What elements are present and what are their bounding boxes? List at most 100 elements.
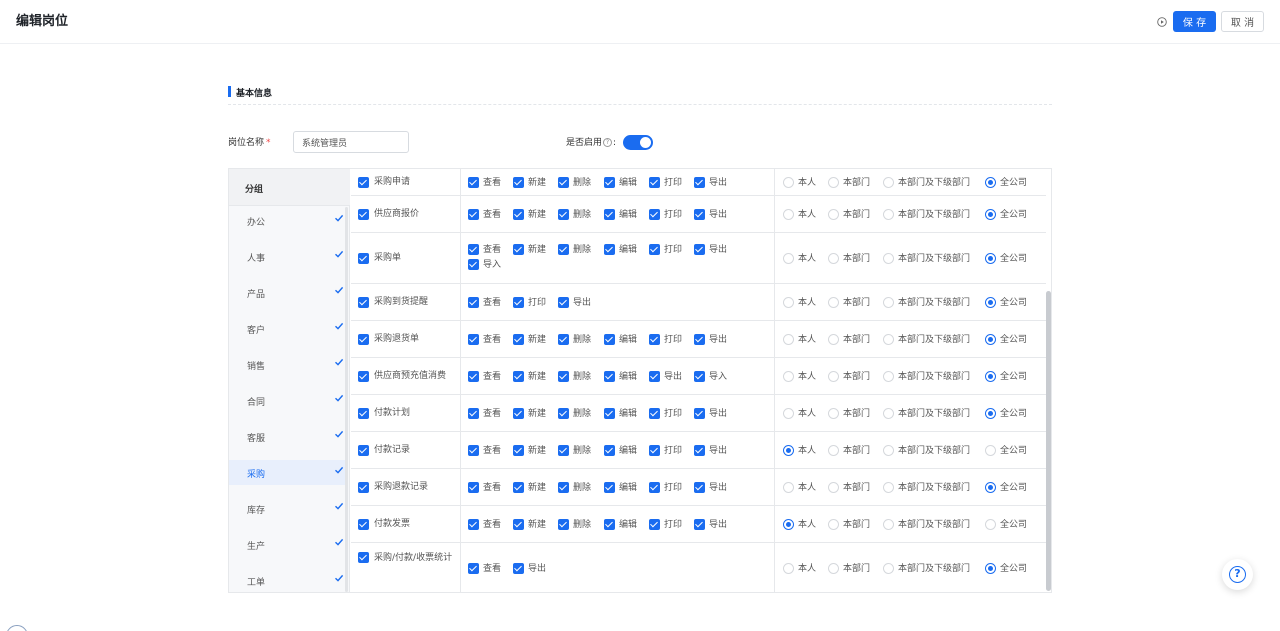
action-checkbox-新建[interactable] <box>513 334 524 345</box>
help-button[interactable]: ? <box>1222 559 1253 590</box>
scope-radio-本部门及下级部门[interactable] <box>883 177 894 188</box>
group-item-客户[interactable]: 客户 <box>229 316 345 341</box>
action-checkbox-查看[interactable] <box>468 482 479 493</box>
function-checkbox[interactable] <box>358 445 369 456</box>
function-checkbox[interactable] <box>358 297 369 308</box>
action-checkbox-导出[interactable] <box>649 371 660 382</box>
action-checkbox-查看[interactable] <box>468 408 479 419</box>
scope-radio-本部门及下级部门[interactable] <box>883 334 894 345</box>
scope-radio-本人[interactable] <box>783 297 794 308</box>
scope-radio-本部门及下级部门[interactable] <box>883 297 894 308</box>
scope-radio-全公司[interactable] <box>985 177 996 188</box>
scope-radio-本部门[interactable] <box>828 563 839 574</box>
action-checkbox-编辑[interactable] <box>604 244 615 255</box>
scope-radio-本部门及下级部门[interactable] <box>883 482 894 493</box>
function-checkbox[interactable] <box>358 408 369 419</box>
scope-radio-本部门及下级部门[interactable] <box>883 371 894 382</box>
scope-radio-本部门及下级部门[interactable] <box>883 253 894 264</box>
scope-radio-本部门及下级部门[interactable] <box>883 519 894 530</box>
save-button[interactable]: 保 存 <box>1173 11 1216 32</box>
scope-radio-本部门及下级部门[interactable] <box>883 408 894 419</box>
scope-radio-本人[interactable] <box>783 408 794 419</box>
cancel-button[interactable]: 取 消 <box>1221 11 1264 32</box>
action-checkbox-打印[interactable] <box>649 334 660 345</box>
scope-radio-本部门[interactable] <box>828 408 839 419</box>
scope-radio-全公司[interactable] <box>985 563 996 574</box>
function-checkbox[interactable] <box>358 177 369 188</box>
action-checkbox-导出[interactable] <box>694 408 705 419</box>
action-checkbox-查看[interactable] <box>468 209 479 220</box>
action-checkbox-删除[interactable] <box>558 519 569 530</box>
scope-radio-本人[interactable] <box>783 482 794 493</box>
action-checkbox-查看[interactable] <box>468 334 479 345</box>
scope-radio-本人[interactable] <box>783 253 794 264</box>
function-checkbox[interactable] <box>358 253 369 264</box>
action-checkbox-打印[interactable] <box>649 209 660 220</box>
scope-radio-全公司[interactable] <box>985 371 996 382</box>
scope-radio-本人[interactable] <box>783 445 794 456</box>
action-checkbox-打印[interactable] <box>649 408 660 419</box>
table-scrollbar[interactable] <box>1046 291 1051 591</box>
scope-radio-本部门[interactable] <box>828 209 839 220</box>
action-checkbox-导出[interactable] <box>694 482 705 493</box>
action-checkbox-删除[interactable] <box>558 482 569 493</box>
action-checkbox-打印[interactable] <box>649 177 660 188</box>
scope-radio-本部门[interactable] <box>828 371 839 382</box>
scope-radio-全公司[interactable] <box>985 482 996 493</box>
action-checkbox-编辑[interactable] <box>604 177 615 188</box>
action-checkbox-导入[interactable] <box>694 371 705 382</box>
action-checkbox-打印[interactable] <box>649 445 660 456</box>
function-checkbox[interactable] <box>358 209 369 220</box>
scope-radio-本人[interactable] <box>783 209 794 220</box>
function-checkbox[interactable] <box>358 482 369 493</box>
action-checkbox-查看[interactable] <box>468 445 479 456</box>
action-checkbox-新建[interactable] <box>513 244 524 255</box>
action-checkbox-导出[interactable] <box>694 519 705 530</box>
action-checkbox-导出[interactable] <box>694 244 705 255</box>
scope-radio-本人[interactable] <box>783 519 794 530</box>
action-checkbox-删除[interactable] <box>558 371 569 382</box>
action-checkbox-删除[interactable] <box>558 408 569 419</box>
action-checkbox-导出[interactable] <box>513 563 524 574</box>
action-checkbox-新建[interactable] <box>513 408 524 419</box>
group-item-合同[interactable]: 合同 <box>229 388 345 413</box>
help-icon[interactable]: ? <box>603 138 613 147</box>
scope-radio-本部门[interactable] <box>828 177 839 188</box>
scope-radio-本人[interactable] <box>783 563 794 574</box>
scope-radio-本部门及下级部门[interactable] <box>883 445 894 456</box>
group-item-产品[interactable]: 产品 <box>229 280 345 305</box>
action-checkbox-新建[interactable] <box>513 371 524 382</box>
position-name-input[interactable] <box>293 131 409 153</box>
action-checkbox-编辑[interactable] <box>604 519 615 530</box>
action-checkbox-编辑[interactable] <box>604 445 615 456</box>
scope-radio-全公司[interactable] <box>985 519 996 530</box>
action-checkbox-编辑[interactable] <box>604 408 615 419</box>
action-checkbox-编辑[interactable] <box>604 482 615 493</box>
scope-radio-本部门及下级部门[interactable] <box>883 563 894 574</box>
group-item-采购[interactable]: 采购 <box>229 460 345 485</box>
action-checkbox-删除[interactable] <box>558 244 569 255</box>
scope-radio-全公司[interactable] <box>985 209 996 220</box>
action-checkbox-打印[interactable] <box>649 519 660 530</box>
action-checkbox-删除[interactable] <box>558 209 569 220</box>
action-checkbox-查看[interactable] <box>468 244 479 255</box>
action-checkbox-导出[interactable] <box>694 334 705 345</box>
scope-radio-本人[interactable] <box>783 334 794 345</box>
scope-radio-本人[interactable] <box>783 371 794 382</box>
corner-icon[interactable] <box>6 625 28 631</box>
group-item-办公[interactable]: 办公 <box>229 208 345 233</box>
group-item-工单[interactable]: 工单 <box>229 568 345 592</box>
scope-radio-全公司[interactable] <box>985 334 996 345</box>
function-checkbox[interactable] <box>358 334 369 345</box>
play-circle-icon[interactable] <box>1157 17 1167 27</box>
scope-radio-本部门及下级部门[interactable] <box>883 209 894 220</box>
action-checkbox-新建[interactable] <box>513 209 524 220</box>
scope-radio-本部门[interactable] <box>828 297 839 308</box>
action-checkbox-查看[interactable] <box>468 297 479 308</box>
action-checkbox-查看[interactable] <box>468 177 479 188</box>
action-checkbox-导出[interactable] <box>694 209 705 220</box>
group-item-客服[interactable]: 客服 <box>229 424 345 449</box>
group-item-销售[interactable]: 销售 <box>229 352 345 377</box>
action-checkbox-查看[interactable] <box>468 371 479 382</box>
group-item-人事[interactable]: 人事 <box>229 244 345 269</box>
